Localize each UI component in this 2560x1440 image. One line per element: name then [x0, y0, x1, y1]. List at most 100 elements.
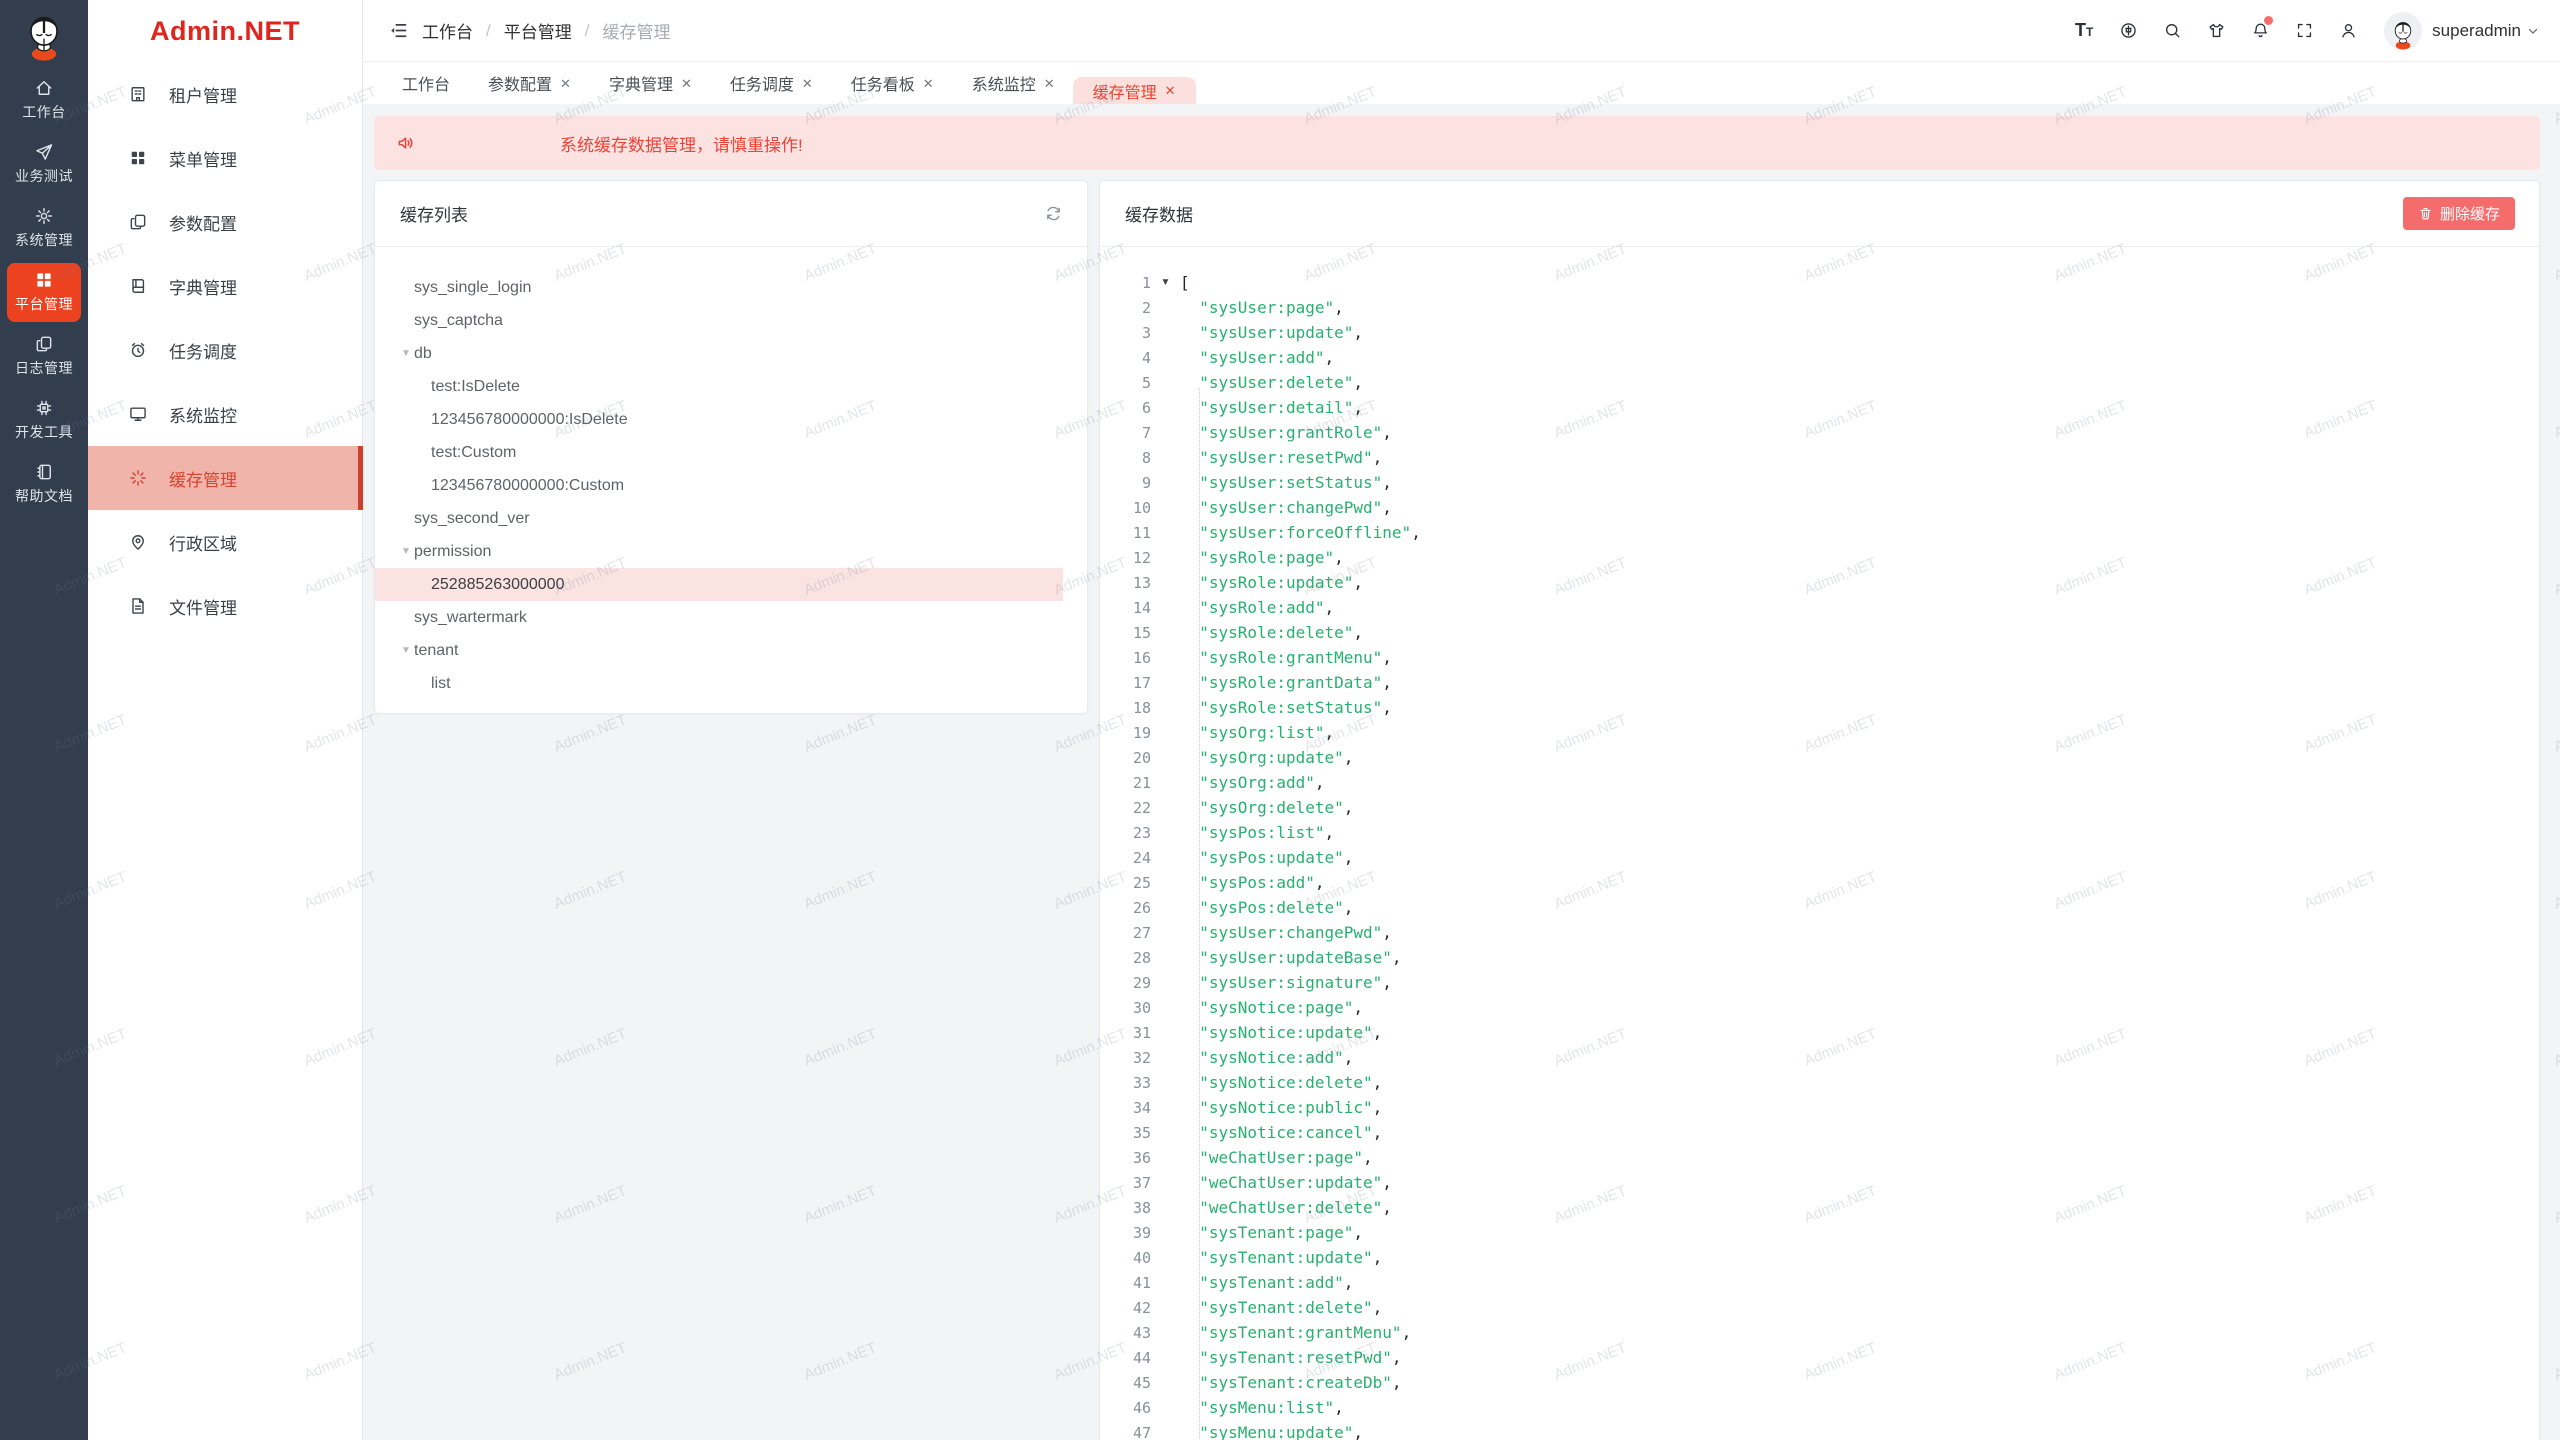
close-icon[interactable]: ✕ — [1044, 77, 1055, 90]
breadcrumb-item[interactable]: 工作台 — [422, 18, 473, 43]
tree-node-label: sys_captcha — [414, 312, 503, 330]
line-number: 8 — [1100, 449, 1151, 467]
rail-item-label: 工作台 — [22, 102, 66, 122]
tree-node[interactable]: ▼ db — [375, 337, 1063, 370]
close-icon[interactable]: ✕ — [1165, 84, 1176, 97]
sidebar-item[interactable]: 系统监控 — [88, 382, 362, 446]
line-number: 42 — [1100, 1299, 1151, 1317]
language-icon[interactable] — [2106, 0, 2150, 62]
code-line: 47 "sysMenu:update", — [1100, 1420, 2539, 1440]
caret-down-icon[interactable]: ▼ — [401, 546, 414, 557]
cache-data-title: 缓存数据 — [1125, 201, 1193, 226]
tree-node[interactable]: sys_second_ver — [375, 502, 1063, 535]
rail-item-chip[interactable]: 开发工具 — [7, 391, 81, 450]
code-text: "weChatUser:delete", — [1180, 1198, 1392, 1217]
tab-item[interactable]: 工作台 — [402, 62, 450, 104]
rail-item-label: 开发工具 — [15, 422, 73, 442]
tree-node[interactable]: sys_wartermark — [375, 601, 1063, 634]
fullscreen-icon[interactable] — [2282, 0, 2326, 62]
close-icon[interactable]: ✕ — [802, 77, 813, 90]
code-text: "sysUser:add", — [1180, 348, 1334, 367]
rail-item-grid[interactable]: 平台管理 — [7, 263, 81, 322]
gear-icon — [34, 206, 54, 226]
tree-node[interactable]: ▼ tenant — [375, 634, 1063, 667]
breadcrumb: 工作台/平台管理/缓存管理 — [388, 18, 670, 43]
search-icon[interactable] — [2150, 0, 2194, 62]
line-number: 7 — [1100, 424, 1151, 442]
sidebar-item[interactable]: 菜单管理 — [88, 126, 362, 190]
code-line: 8 "sysUser:resetPwd", — [1100, 445, 2539, 470]
sidebar-item[interactable]: 字典管理 — [88, 254, 362, 318]
tree-node[interactable]: sys_captcha — [375, 304, 1063, 337]
tab-item[interactable]: 参数配置 ✕ — [488, 62, 571, 104]
sidebar-item[interactable]: 参数配置 — [88, 190, 362, 254]
code-line: 40 "sysTenant:update", — [1100, 1245, 2539, 1270]
line-number: 40 — [1100, 1249, 1151, 1267]
refresh-icon[interactable] — [1044, 204, 1063, 223]
breadcrumb-item[interactable]: 平台管理 — [504, 18, 572, 43]
code-text: "sysUser:detail", — [1180, 398, 1363, 417]
theme-icon[interactable] — [2194, 0, 2238, 62]
close-icon[interactable]: ✕ — [681, 77, 692, 90]
file-icon — [128, 596, 148, 616]
close-icon[interactable]: ✕ — [923, 77, 934, 90]
code-text: "sysRole:add", — [1180, 598, 1334, 617]
code-text: "sysUser:forceOffline", — [1180, 523, 1421, 542]
caret-down-icon[interactable]: ▼ — [401, 348, 414, 359]
tab-item[interactable]: 缓存管理 ✕ — [1073, 77, 1196, 104]
menu-fold-icon[interactable] — [388, 20, 409, 41]
tree-node[interactable]: sys_single_login — [375, 271, 1063, 304]
tree-node[interactable]: 123456780000000:IsDelete — [375, 403, 1063, 436]
region-icon — [128, 532, 148, 552]
sidebar-item-label: 系统监控 — [169, 402, 237, 427]
tree-node[interactable]: list — [375, 667, 1063, 700]
sidebar-item[interactable]: 任务调度 — [88, 318, 362, 382]
caret-down-icon[interactable]: ▼ — [401, 645, 414, 656]
line-number: 20 — [1100, 749, 1151, 767]
rail-item-logs[interactable]: 日志管理 — [7, 327, 81, 386]
tree-node[interactable]: ▼ permission — [375, 535, 1063, 568]
rail-item-send[interactable]: 业务测试 — [7, 135, 81, 194]
fold-caret-icon[interactable]: ▼ — [1151, 277, 1180, 288]
building-icon — [128, 84, 148, 104]
tree-node[interactable]: test:IsDelete — [375, 370, 1063, 403]
font-size-icon[interactable]: TT — [2062, 0, 2106, 62]
line-number: 35 — [1100, 1124, 1151, 1142]
sidebar-item[interactable]: 文件管理 — [88, 574, 362, 638]
chevron-down-icon[interactable] — [2526, 24, 2540, 38]
line-number: 43 — [1100, 1324, 1151, 1342]
tab-item[interactable]: 任务看板 ✕ — [851, 62, 934, 104]
rail-item-book[interactable]: 帮助文档 — [7, 455, 81, 514]
line-number: 13 — [1100, 574, 1151, 592]
rail-item-home[interactable]: 工作台 — [7, 71, 81, 130]
code-text: "sysTenant:createDb", — [1180, 1373, 1402, 1392]
sidebar-item[interactable]: 行政区域 — [88, 510, 362, 574]
tree-node-label: 252885263000000 — [431, 576, 564, 594]
sidebar-item[interactable]: 租户管理 — [88, 62, 362, 126]
tab-item[interactable]: 字典管理 ✕ — [609, 62, 692, 104]
code-text: "sysUser:updateBase", — [1180, 948, 1402, 967]
tree-node[interactable]: 123456780000000:Custom — [375, 469, 1063, 502]
code-text: "sysPos:list", — [1180, 823, 1334, 842]
code-line: 15 "sysRole:delete", — [1100, 620, 2539, 645]
json-editor[interactable]: 1 ▼ [ 2 "sysUser:page", 3 "sysUser:updat… — [1100, 247, 2539, 1440]
avatar[interactable] — [2384, 12, 2422, 50]
tab-item[interactable]: 任务调度 ✕ — [730, 62, 813, 104]
tree-node[interactable]: test:Custom — [375, 436, 1063, 469]
close-icon[interactable]: ✕ — [560, 77, 571, 90]
delete-cache-button[interactable]: 删除缓存 — [2403, 197, 2515, 230]
tree-node[interactable]: 252885263000000 — [375, 568, 1063, 601]
sidebar-item[interactable]: 缓存管理 — [88, 446, 362, 510]
user-icon[interactable] — [2326, 0, 2370, 62]
line-number: 5 — [1100, 374, 1151, 392]
notification-bell-icon[interactable] — [2238, 0, 2282, 62]
line-number: 41 — [1100, 1274, 1151, 1292]
line-number: 26 — [1100, 899, 1151, 917]
code-text: "sysNotice:add", — [1180, 1048, 1353, 1067]
username[interactable]: superadmin — [2432, 21, 2521, 41]
code-line: 25 "sysPos:add", — [1100, 870, 2539, 895]
code-line: 27 "sysUser:changePwd", — [1100, 920, 2539, 945]
code-line: 3 "sysUser:update", — [1100, 320, 2539, 345]
rail-item-gear[interactable]: 系统管理 — [7, 199, 81, 258]
tab-item[interactable]: 系统监控 ✕ — [972, 62, 1055, 104]
